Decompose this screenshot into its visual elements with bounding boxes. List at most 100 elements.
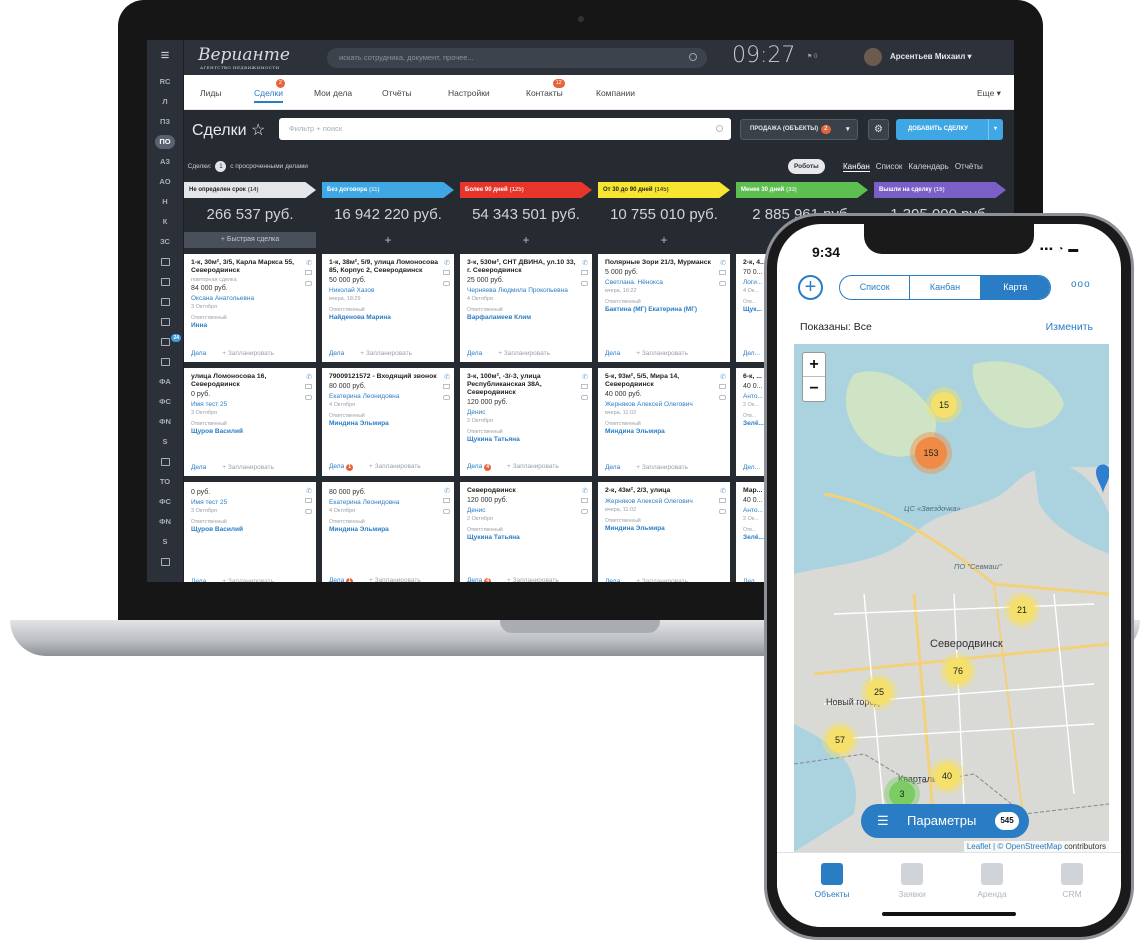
overdue-count[interactable]: 1 bbox=[215, 161, 227, 172]
deal-card[interactable]: 79009121572 - Входящий звонок 80 000 руб.… bbox=[322, 368, 454, 476]
deal-contact[interactable]: Екатерина Леонидовна bbox=[329, 393, 440, 400]
phone-icon[interactable]: ✆ bbox=[582, 373, 588, 381]
cluster-marker[interactable]: 76 bbox=[945, 658, 971, 684]
view-tab[interactable]: Отчёты bbox=[955, 162, 983, 171]
responsible-name[interactable]: Инна bbox=[191, 322, 302, 329]
mail-icon[interactable] bbox=[719, 270, 726, 275]
nav-item[interactable]: Настройки bbox=[448, 88, 490, 98]
deal-card[interactable]: улица Ломоносова 16, Северодвинск 0 руб. И… bbox=[184, 368, 316, 476]
rail-item[interactable]: ФС bbox=[147, 492, 183, 512]
deal-contact[interactable]: Имя тест 25 bbox=[191, 499, 302, 506]
responsible-name[interactable]: Щукина Татьяна bbox=[467, 534, 578, 541]
responsible-name[interactable]: Щукина Татьяна bbox=[467, 436, 578, 443]
rail-item[interactable]: К bbox=[147, 212, 183, 232]
mail-icon[interactable] bbox=[719, 384, 726, 389]
rail-item[interactable]: ЗС bbox=[147, 232, 183, 252]
view-tab[interactable]: Календарь bbox=[908, 162, 948, 171]
chat-icon[interactable] bbox=[443, 395, 450, 400]
phone-icon[interactable]: ✆ bbox=[720, 487, 726, 495]
mail-icon[interactable] bbox=[443, 498, 450, 503]
view-tab[interactable]: Карта bbox=[980, 276, 1050, 299]
rail-item[interactable]: 24 bbox=[147, 332, 183, 352]
plan-link[interactable]: + Запланировать bbox=[369, 577, 421, 582]
responsible-name[interactable]: Найденова Марина bbox=[329, 314, 440, 321]
deal-title[interactable]: 2-к, 43м², 2/3, улица bbox=[605, 487, 716, 495]
rail-item[interactable]: RC bbox=[147, 72, 183, 92]
deal-title[interactable]: 5-к, 93м², 5/5, Мира 14, Северодвинск bbox=[605, 373, 716, 389]
rail-item[interactable]: Н bbox=[147, 192, 183, 212]
chat-icon[interactable] bbox=[719, 395, 726, 400]
plan-link[interactable]: + Запланировать bbox=[222, 578, 274, 582]
chat-icon[interactable] bbox=[443, 509, 450, 514]
user-menu[interactable]: Арсентьев Михаил ▾ bbox=[864, 48, 972, 66]
more-icon[interactable]: ooo bbox=[1071, 279, 1091, 290]
deal-title[interactable]: Северодвинск bbox=[467, 487, 578, 495]
responsible-name[interactable]: Щуров Василий bbox=[191, 526, 302, 533]
deal-card[interactable]: Северодвинск 120 000 руб. Денис 2 Октября От… bbox=[460, 482, 592, 582]
cluster-marker[interactable]: 40 bbox=[934, 763, 960, 789]
mail-icon[interactable] bbox=[443, 270, 450, 275]
nav-item[interactable]: Отчёты bbox=[382, 88, 412, 98]
deal-card[interactable]: 0 руб. Имя тест 25 3 Октября Ответственный Щ… bbox=[184, 482, 316, 582]
view-tab[interactable]: Список bbox=[840, 276, 911, 299]
plan-link[interactable]: + Запланировать bbox=[636, 350, 688, 357]
phone-icon[interactable]: ✆ bbox=[582, 259, 588, 267]
plan-link[interactable]: + Запланировать bbox=[360, 350, 412, 357]
chevron-down-icon[interactable]: ▾ bbox=[987, 119, 997, 140]
chat-icon[interactable] bbox=[719, 509, 726, 514]
phone-icon[interactable]: ✆ bbox=[444, 259, 450, 267]
deal-title[interactable]: улица Ломоносова 16, Северодвинск bbox=[191, 373, 302, 389]
deal-title[interactable]: 1-к, 30м², 3/5, Карла Маркса 55, Северод… bbox=[191, 259, 302, 275]
plan-link[interactable]: + Запланировать bbox=[507, 463, 559, 470]
view-tab[interactable]: Канбан bbox=[843, 162, 870, 172]
quick-deal-button[interactable]: + Быстрая сделка bbox=[184, 232, 316, 248]
parameters-button[interactable]: ☰ Параметры 545 bbox=[861, 804, 1029, 838]
responsible-name[interactable]: Щуров Василий bbox=[191, 428, 302, 435]
responsible-name[interactable]: Миндина Эльмира bbox=[329, 420, 440, 427]
rail-item[interactable]: ПЗ bbox=[147, 112, 183, 132]
rail-item[interactable]: ФА bbox=[147, 372, 183, 392]
rail-item[interactable]: ФС bbox=[147, 392, 183, 412]
deal-card[interactable]: 1-к, 38м², 5/9, улица Ломоносова 85, Кор… bbox=[322, 254, 454, 362]
rail-item[interactable]: Л bbox=[147, 92, 183, 112]
deal-card[interactable]: 3-к, 100м², -3/-3, улица Республиканская… bbox=[460, 368, 592, 476]
deal-card[interactable]: 80 000 руб. Екатерина Леонидовна 4 Октября… bbox=[322, 482, 454, 582]
filter-input[interactable]: Фильтр + поиск bbox=[279, 118, 731, 140]
chat-icon[interactable] bbox=[443, 281, 450, 286]
deals-link[interactable]: Дела bbox=[329, 463, 344, 470]
deal-title[interactable]: Полярные Зори 21/3, Мурманск bbox=[605, 259, 716, 267]
phone-icon[interactable]: ✆ bbox=[306, 487, 312, 495]
deals-link[interactable]: Дел... bbox=[743, 578, 760, 582]
phone-icon[interactable]: ✆ bbox=[306, 373, 312, 381]
deal-contact[interactable]: Имя тест 25 bbox=[191, 401, 302, 408]
deal-contact[interactable]: Денис bbox=[467, 507, 578, 514]
deal-title[interactable]: 79009121572 - Входящий звонок bbox=[329, 373, 440, 381]
rail-item[interactable] bbox=[147, 352, 183, 372]
zoom-out-button[interactable]: − bbox=[803, 377, 825, 401]
responsible-name[interactable]: Миндина Эльмира bbox=[605, 525, 716, 532]
deals-link[interactable]: Дела bbox=[605, 578, 620, 582]
rail-item[interactable]: ФN bbox=[147, 412, 183, 432]
view-tab[interactable]: Список bbox=[876, 162, 903, 171]
rail-item[interactable] bbox=[147, 252, 183, 272]
plan-link[interactable]: + Запланировать bbox=[498, 350, 550, 357]
rail-item[interactable]: АЗ bbox=[147, 152, 183, 172]
responsible-name[interactable]: Бактина (МГ) Екатерина (МГ) bbox=[605, 306, 716, 313]
deals-link[interactable]: Дела bbox=[467, 463, 482, 470]
chat-icon[interactable] bbox=[305, 281, 312, 286]
rail-item[interactable] bbox=[147, 552, 183, 572]
company-logo[interactable]: Верианте АГЕНТСТВО НЕДВИЖИМОСТИ bbox=[198, 45, 290, 70]
deal-contact[interactable]: Светлана. Нёнокса bbox=[605, 279, 716, 286]
deal-title[interactable]: 1-к, 38м², 5/9, улица Ломоносова 85, Кор… bbox=[329, 259, 440, 275]
view-tab[interactable]: Канбан bbox=[910, 276, 981, 299]
phone-icon[interactable]: ✆ bbox=[720, 373, 726, 381]
responsible-name[interactable]: Миндина Эльмира bbox=[329, 526, 440, 533]
plan-link[interactable]: + Запланировать bbox=[636, 578, 688, 582]
nav-more[interactable]: Еще ▾ bbox=[977, 88, 1001, 99]
mail-icon[interactable] bbox=[719, 498, 726, 503]
add-card-icon[interactable]: + bbox=[598, 232, 730, 248]
rail-item[interactable] bbox=[147, 292, 183, 312]
deals-link[interactable]: Дела bbox=[329, 577, 344, 582]
phone-icon[interactable]: ✆ bbox=[582, 487, 588, 495]
tab-Объекты[interactable]: Объекты bbox=[802, 863, 862, 899]
